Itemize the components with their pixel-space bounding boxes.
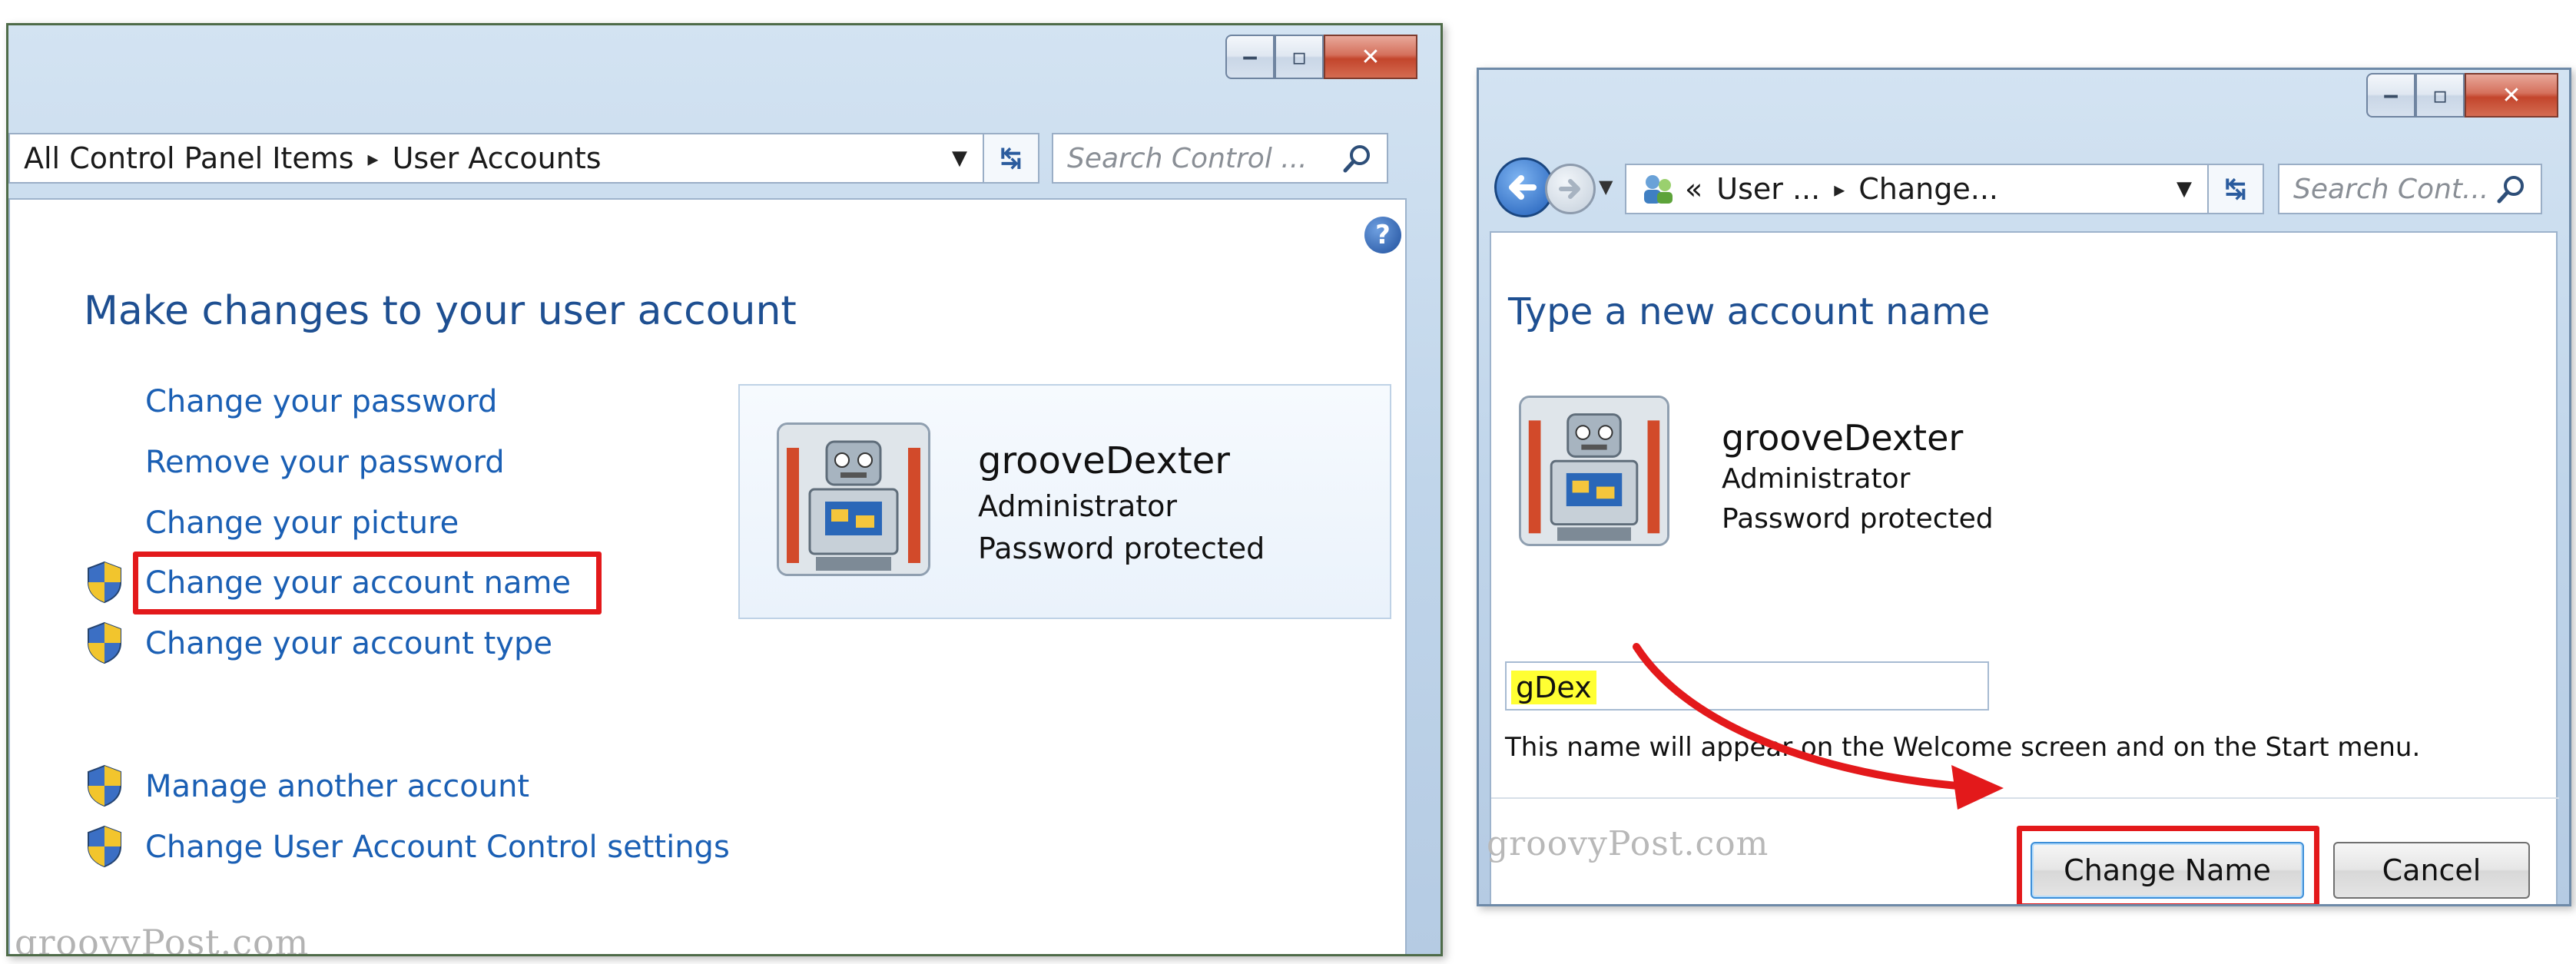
account-card: grooveDexter Administrator Password prot… xyxy=(738,384,1391,619)
robot-avatar xyxy=(777,422,930,576)
page-title: Make changes to your user account xyxy=(84,288,797,334)
content-pane: ? Make changes to your user account Chan… xyxy=(8,198,1407,956)
watermark: groovyPost.com xyxy=(1487,824,1769,863)
change-picture-link[interactable]: Change your picture xyxy=(145,505,459,541)
remove-password-link[interactable]: Remove your password xyxy=(145,445,505,480)
change-name-window: ‒ ▫ ✕ ▼ « User ... ▸ Change... ▼ ↹ Searc… xyxy=(1477,68,2571,906)
maximize-button[interactable]: ▫ xyxy=(1275,35,1324,79)
back-arrow-icon xyxy=(1509,175,1537,200)
account-type: Administrator xyxy=(978,489,1178,523)
uac-shield-icon xyxy=(88,561,121,604)
minimize-button[interactable]: ‒ xyxy=(1225,35,1275,79)
refresh-icon: ↹ xyxy=(2224,174,2247,204)
account-name: grooveDexter xyxy=(1722,417,1964,459)
name-hint-text: This name will appear on the Welcome scr… xyxy=(1505,732,2421,763)
watermark: groovyPost.com xyxy=(15,922,310,956)
forward-button[interactable] xyxy=(1545,164,1596,214)
change-password-link[interactable]: Change your password xyxy=(145,384,497,419)
new-name-value: gDex xyxy=(1511,671,1596,704)
minimize-button[interactable]: ‒ xyxy=(2366,73,2415,118)
account-status: Password protected xyxy=(978,532,1265,565)
breadcrumb-item-user-accounts[interactable]: User ... xyxy=(1716,172,1820,206)
address-dropdown-icon[interactable]: ▼ xyxy=(2177,177,2192,200)
minimize-icon: ‒ xyxy=(2382,81,2399,109)
maximize-icon: ▫ xyxy=(2432,81,2448,109)
address-bar[interactable]: « User ... ▸ Change... ▼ xyxy=(1625,164,2209,214)
change-account-type-link[interactable]: Change your account type xyxy=(145,626,552,661)
account-name: grooveDexter xyxy=(978,439,1230,482)
minimize-icon: ‒ xyxy=(1242,43,1258,71)
search-input[interactable]: Search Cont... xyxy=(2293,174,2488,205)
refresh-icon: ↹ xyxy=(1000,143,1023,174)
refresh-button[interactable]: ↹ xyxy=(2209,164,2264,214)
close-icon: ✕ xyxy=(1361,43,1381,71)
robot-avatar xyxy=(1519,396,1669,546)
close-button[interactable]: ✕ xyxy=(2465,73,2558,118)
breadcrumb-overflow[interactable]: « xyxy=(1685,172,1702,206)
user-accounts-window: ‒ ▫ ✕ All Control Panel Items ▸ User Acc… xyxy=(6,23,1443,956)
breadcrumb-item-control-panel[interactable]: All Control Panel Items xyxy=(24,141,354,175)
new-name-input[interactable]: gDex xyxy=(1505,661,1989,711)
close-icon: ✕ xyxy=(2501,81,2521,109)
breadcrumb-item-change-name[interactable]: Change... xyxy=(1858,172,1998,206)
divider xyxy=(1491,797,2559,799)
user-accounts-icon xyxy=(1644,175,1673,204)
search-icon[interactable] xyxy=(1341,142,1374,176)
annotation-highlight-box xyxy=(133,552,602,615)
caption-buttons: ‒ ▫ ✕ xyxy=(1225,35,1417,79)
maximize-button[interactable]: ▫ xyxy=(2415,73,2465,118)
breadcrumb-separator: ▸ xyxy=(1834,176,1845,202)
annotation-highlight-box xyxy=(2017,826,2319,904)
caption-buttons: ‒ ▫ ✕ xyxy=(2366,73,2558,118)
search-icon[interactable] xyxy=(2495,173,2528,207)
content-pane: Type a new account name grooveDexter Adm… xyxy=(1487,231,2559,904)
forward-arrow-icon xyxy=(1559,179,1580,199)
navigation-bar: « User ... ▸ Change... ▼ ↹ Search Cont..… xyxy=(1625,164,2542,214)
uac-shield-icon xyxy=(88,825,121,868)
breadcrumb-item-user-accounts[interactable]: User Accounts xyxy=(393,141,602,175)
change-uac-settings-link[interactable]: Change User Account Control settings xyxy=(145,830,730,865)
page-title: Type a new account name xyxy=(1508,290,1991,333)
help-icon[interactable]: ? xyxy=(1364,217,1401,253)
manage-another-account-link[interactable]: Manage another account xyxy=(145,769,529,804)
search-box[interactable]: Search Control ... xyxy=(1052,133,1388,184)
maximize-icon: ▫ xyxy=(1291,43,1308,71)
uac-shield-icon xyxy=(88,621,121,664)
search-input[interactable]: Search Control ... xyxy=(1067,143,1308,174)
address-dropdown-icon[interactable]: ▼ xyxy=(952,147,967,170)
account-type: Administrator xyxy=(1722,463,1911,495)
uac-shield-icon xyxy=(88,764,121,807)
address-bar[interactable]: All Control Panel Items ▸ User Accounts … xyxy=(8,133,984,184)
cancel-button[interactable]: Cancel xyxy=(2333,842,2530,899)
close-button[interactable]: ✕ xyxy=(1324,35,1417,79)
recent-pages-dropdown-icon[interactable]: ▼ xyxy=(1599,176,1613,197)
account-status: Password protected xyxy=(1722,503,1994,535)
refresh-button[interactable]: ↹ xyxy=(984,133,1039,184)
breadcrumb-separator: ▸ xyxy=(367,145,379,171)
search-box[interactable]: Search Cont... xyxy=(2278,164,2542,214)
navigation-bar: All Control Panel Items ▸ User Accounts … xyxy=(8,133,1388,184)
